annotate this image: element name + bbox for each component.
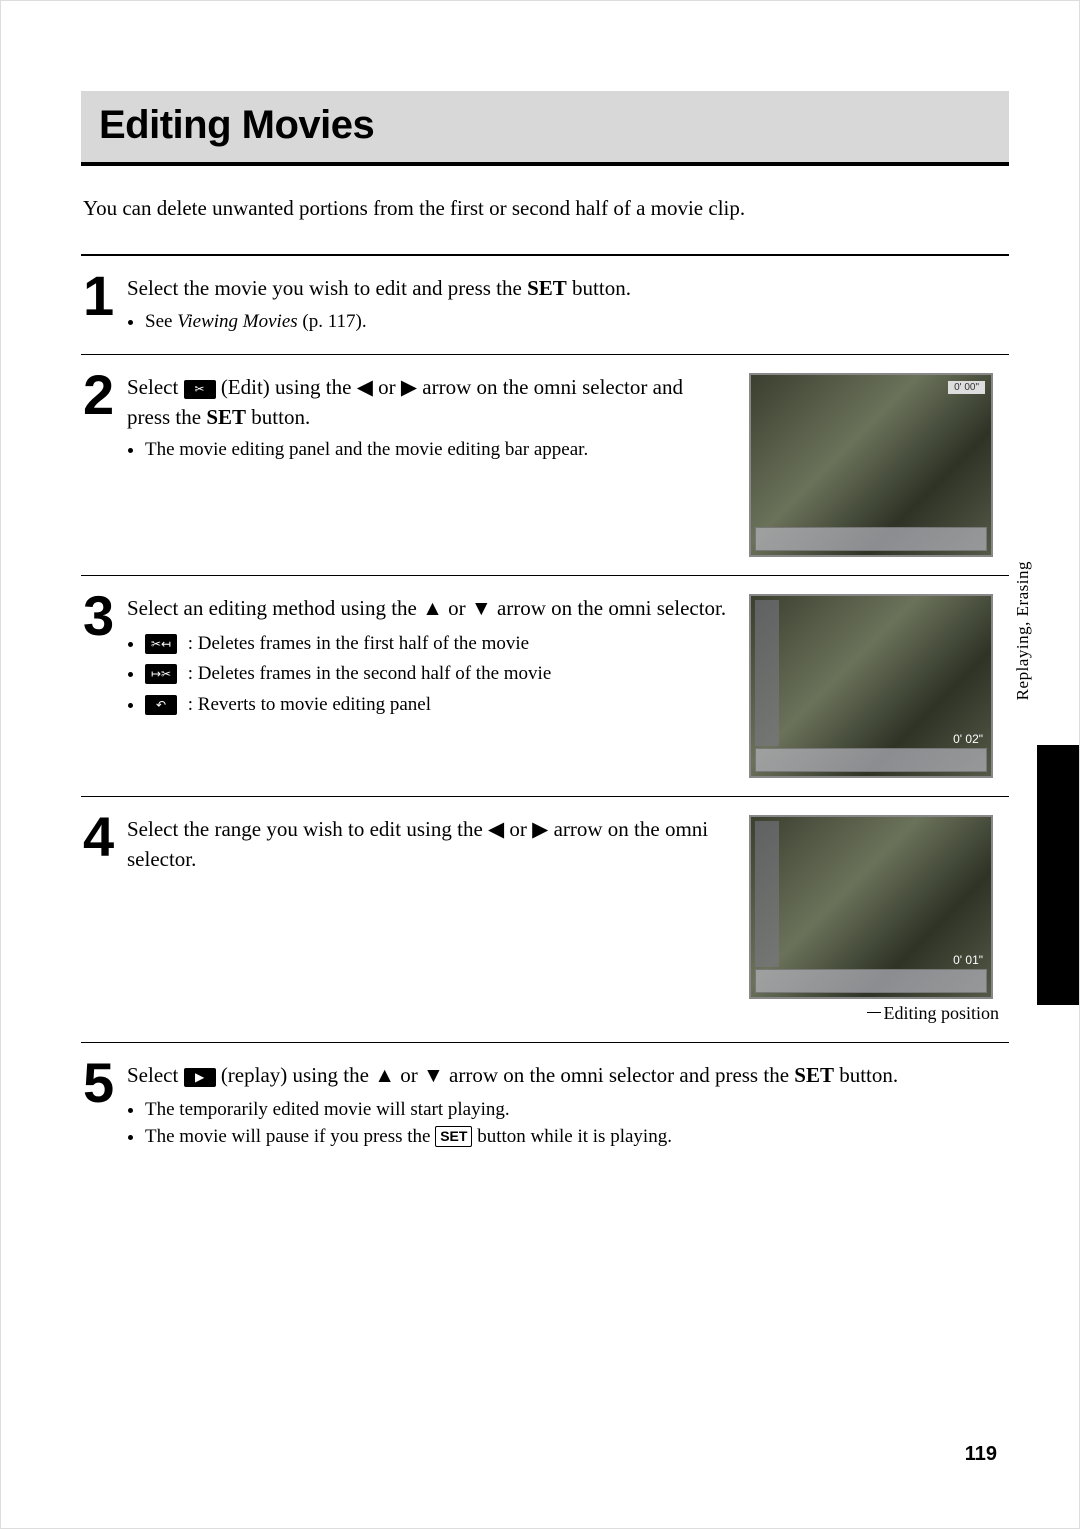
screenshot-timecode: 0' 00"	[948, 381, 985, 394]
cut-first-half-icon: ✂↤	[145, 634, 177, 654]
screenshot-toolbar	[755, 969, 987, 993]
screenshot-sidebar	[755, 821, 779, 967]
edit-icon: ✂	[184, 380, 216, 398]
cut-second-half-icon: ↦✂	[145, 664, 177, 684]
step-bullet: The temporarily edited movie will start …	[145, 1097, 1009, 1123]
screenshot-edit-panel: 0' 00"	[749, 373, 993, 557]
screenshot-edit-method: 0' 02"	[749, 594, 993, 778]
steps-list: 1 Select the movie you wish to edit and …	[81, 254, 1009, 1170]
step-heading: Select the range you wish to edit using …	[127, 815, 731, 873]
step-heading: Select an editing method using the ▲ or …	[127, 594, 731, 623]
replay-icon: ▶	[184, 1068, 216, 1086]
right-arrow-icon: ▶	[532, 818, 548, 841]
section-tab	[1037, 745, 1079, 1005]
screenshot-toolbar	[755, 748, 987, 772]
up-arrow-icon: ▲	[374, 1064, 395, 1087]
step-1: 1 Select the movie you wish to edit and …	[81, 256, 1009, 355]
set-button-icon: SET	[435, 1126, 472, 1147]
step-bullet: The movie will pause if you press the SE…	[145, 1124, 1009, 1150]
step-2: 2 Select ✂ (Edit) using the ◀ or ▶ arrow…	[81, 355, 1009, 576]
screenshot-edit-range: 0' 01"	[749, 815, 993, 999]
section-label: Replaying, Erasing	[1013, 561, 1033, 700]
title-bar: Editing Movies	[81, 91, 1009, 166]
step-number: 3	[83, 592, 127, 640]
step-4: 4 Select the range you wish to edit usin…	[81, 797, 1009, 1043]
step-number: 1	[83, 272, 127, 320]
down-arrow-icon: ▼	[423, 1064, 444, 1087]
step-heading: Select ✂ (Edit) using the ◀ or ▶ arrow o…	[127, 373, 731, 431]
page-number: 119	[965, 1443, 997, 1466]
screenshot-caption: Editing position	[749, 1003, 1009, 1024]
step-5: 5 Select ▶ (replay) using the ▲ or ▼ arr…	[81, 1043, 1009, 1170]
step-bullet: The movie editing panel and the movie ed…	[145, 437, 731, 463]
page-title: Editing Movies	[99, 103, 991, 148]
manual-page: Editing Movies You can delete unwanted p…	[0, 0, 1080, 1529]
left-arrow-icon: ◀	[357, 376, 373, 399]
step-number: 4	[83, 813, 127, 861]
step-number: 2	[83, 371, 127, 419]
revert-icon: ↶	[145, 695, 177, 715]
step-number: 5	[83, 1059, 127, 1107]
down-arrow-icon: ▼	[471, 597, 492, 620]
step-heading: Select the movie you wish to edit and pr…	[127, 274, 1009, 302]
screenshot-timecode: 0' 01"	[953, 953, 983, 967]
right-arrow-icon: ▶	[401, 376, 417, 399]
left-arrow-icon: ◀	[488, 818, 504, 841]
up-arrow-icon: ▲	[422, 597, 443, 620]
screenshot-sidebar	[755, 600, 779, 746]
step-3: 3 Select an editing method using the ▲ o…	[81, 576, 1009, 797]
screenshot-timecode: 0' 02"	[953, 732, 983, 746]
icon-definition: ↦✂ : Deletes frames in the second half o…	[145, 660, 731, 689]
screenshot-toolbar	[755, 527, 987, 551]
icon-definition: ↶ : Reverts to movie editing panel	[145, 691, 731, 720]
step-heading: Select ▶ (replay) using the ▲ or ▼ arrow…	[127, 1061, 1009, 1090]
icon-definition: ✂↤ : Deletes frames in the first half of…	[145, 630, 731, 659]
intro-text: You can delete unwanted portions from th…	[83, 194, 1009, 222]
step-bullet: See Viewing Movies (p. 117).	[145, 309, 1009, 335]
